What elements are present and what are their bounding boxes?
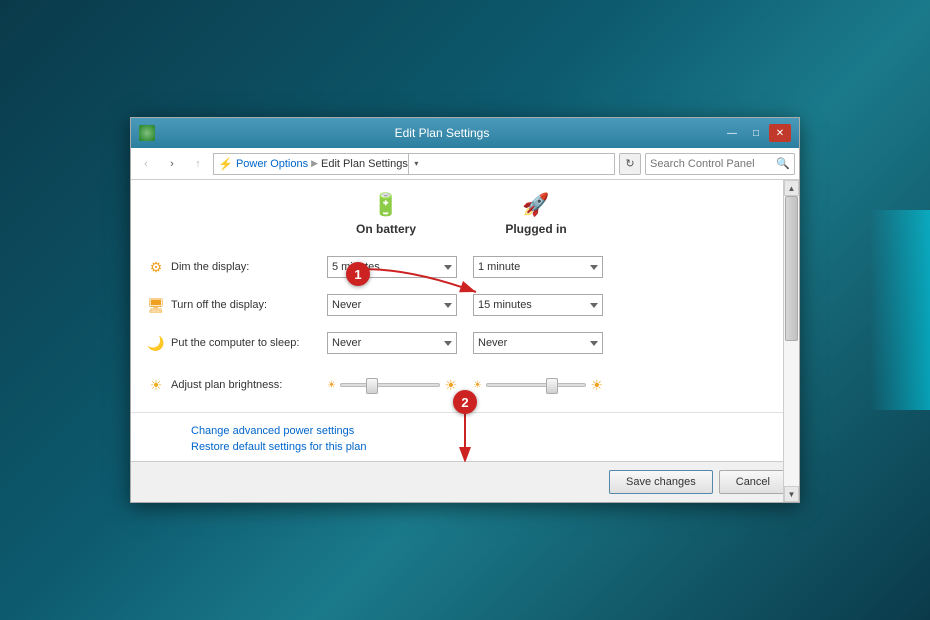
content-area: 🔋 On battery 🚀 Plugged in ⚙ Dim the disp… [131,180,799,502]
title-bar: Edit Plan Settings — □ ✕ [131,118,799,148]
turn-off-display-label-text: Turn off the display: [171,299,267,311]
advanced-settings-link[interactable]: Change advanced power settings [191,425,739,437]
scroll-up-button[interactable]: ▲ [784,180,799,196]
plugged-brightness-low-icon: ☀ [473,380,482,391]
close-button[interactable]: ✕ [769,124,791,142]
on-battery-column-header: 🔋 On battery [311,192,461,236]
up-button[interactable]: ↑ [187,153,209,175]
scroll-down-button[interactable]: ▼ [784,486,799,502]
sleep-controls: Never 1 minute 5 minutes 10 minutes 15 m… [327,332,603,354]
battery-brightness-high-icon: ☀ [444,377,457,394]
save-changes-button[interactable]: Save changes [609,470,713,494]
plugged-brightness-slider-group: ☀ ☀ [473,377,603,394]
annotation-1: 1 [346,262,370,286]
sleep-label: 🌙 Put the computer to sleep: [147,335,327,352]
window-icon [139,125,155,141]
brightness-label: ☀ Adjust plan brightness: [147,377,327,394]
battery-icon: 🔋 [372,192,399,218]
battery-brightness-low-icon: ☀ [327,380,336,391]
search-bar: 🔍 [645,153,795,175]
sleep-row: 🌙 Put the computer to sleep: Never 1 min… [147,324,783,362]
column-headers: 🔋 On battery 🚀 Plugged in [311,180,799,244]
address-bar: ‹ › ↑ ⚡ Power Options ▶ Edit Plan Settin… [131,148,799,180]
power-options-icon: ⚡ [218,157,233,171]
scroll-track [784,196,799,486]
scroll-thumb[interactable] [785,196,798,341]
scrollbar: ▲ ▼ [783,180,799,502]
minimize-button[interactable]: — [721,124,743,142]
plugged-brightness-track [486,383,586,387]
window-controls: — □ ✕ [721,124,791,142]
restore-defaults-link[interactable]: Restore default settings for this plan [191,441,739,453]
battery-brightness-thumb[interactable] [366,378,378,394]
forward-button[interactable]: › [161,153,183,175]
annotation-2: 2 [453,390,477,414]
back-button[interactable]: ‹ [135,153,157,175]
links-area: Change advanced power settings Restore d… [131,412,799,461]
dim-display-plugged-select[interactable]: 1 minute 2 minutes 3 minutes 5 minutes 1… [473,256,603,278]
turn-off-display-row: 🖥 Turn off the display: Never 1 minute 2… [147,286,783,324]
turn-off-display-label: 🖥 Turn off the display: [147,297,327,314]
dim-display-label: ⚙ Dim the display: [147,259,327,276]
dim-display-icon: ⚙ [147,259,165,276]
breadcrumb: ⚡ Power Options ▶ Edit Plan Settings ▾ [213,153,615,175]
maximize-button[interactable]: □ [745,124,767,142]
brightness-icon: ☀ [147,377,165,394]
search-input[interactable] [650,158,772,170]
refresh-button[interactable]: ↻ [619,153,641,175]
brightness-label-text: Adjust plan brightness: [171,379,282,391]
turn-off-display-plugged-select[interactable]: 15 minutes 1 minute 2 minutes 5 minutes … [473,294,603,316]
plugged-in-label: Plugged in [505,222,566,236]
breadcrumb-separator: ▶ [311,158,318,169]
breadcrumb-current: Edit Plan Settings [321,158,408,170]
dim-display-row: ⚙ Dim the display: 5 minutes 1 minute 2 … [147,248,783,286]
cancel-button[interactable]: Cancel [719,470,787,494]
window-title: Edit Plan Settings [163,126,721,140]
bottom-bar: Save changes Cancel [131,461,799,502]
sleep-label-text: Put the computer to sleep: [171,337,299,349]
dim-display-label-text: Dim the display: [171,261,249,273]
on-battery-label: On battery [356,222,416,236]
sleep-icon: 🌙 [147,335,165,352]
plugged-brightness-thumb[interactable] [546,378,558,394]
plugged-icon: 🚀 [522,192,549,218]
turn-off-display-battery-select[interactable]: Never 1 minute 2 minutes 5 minutes 10 mi… [327,294,457,316]
settings-area: ⚙ Dim the display: 5 minutes 1 minute 2 … [131,244,799,412]
turn-off-display-controls: Never 1 minute 2 minutes 5 minutes 10 mi… [327,294,603,316]
main-content-wrapper: 🔋 On battery 🚀 Plugged in ⚙ Dim the disp… [131,180,799,502]
sleep-plugged-select[interactable]: Never 1 minute 5 minutes 10 minutes 15 m… [473,332,603,354]
plugged-in-column-header: 🚀 Plugged in [461,192,611,236]
edit-plan-settings-window: Edit Plan Settings — □ ✕ ‹ › ↑ ⚡ Power O… [130,117,800,503]
turn-off-display-icon: 🖥 [147,297,165,314]
plugged-brightness-high-icon: ☀ [590,377,603,394]
breadcrumb-root[interactable]: Power Options [236,158,308,170]
breadcrumb-dropdown-button[interactable]: ▾ [408,154,424,174]
battery-brightness-track [340,383,440,387]
sleep-battery-select[interactable]: Never 1 minute 5 minutes 10 minutes 15 m… [327,332,457,354]
search-icon: 🔍 [776,157,790,170]
battery-brightness-slider-group: ☀ ☀ [327,377,457,394]
